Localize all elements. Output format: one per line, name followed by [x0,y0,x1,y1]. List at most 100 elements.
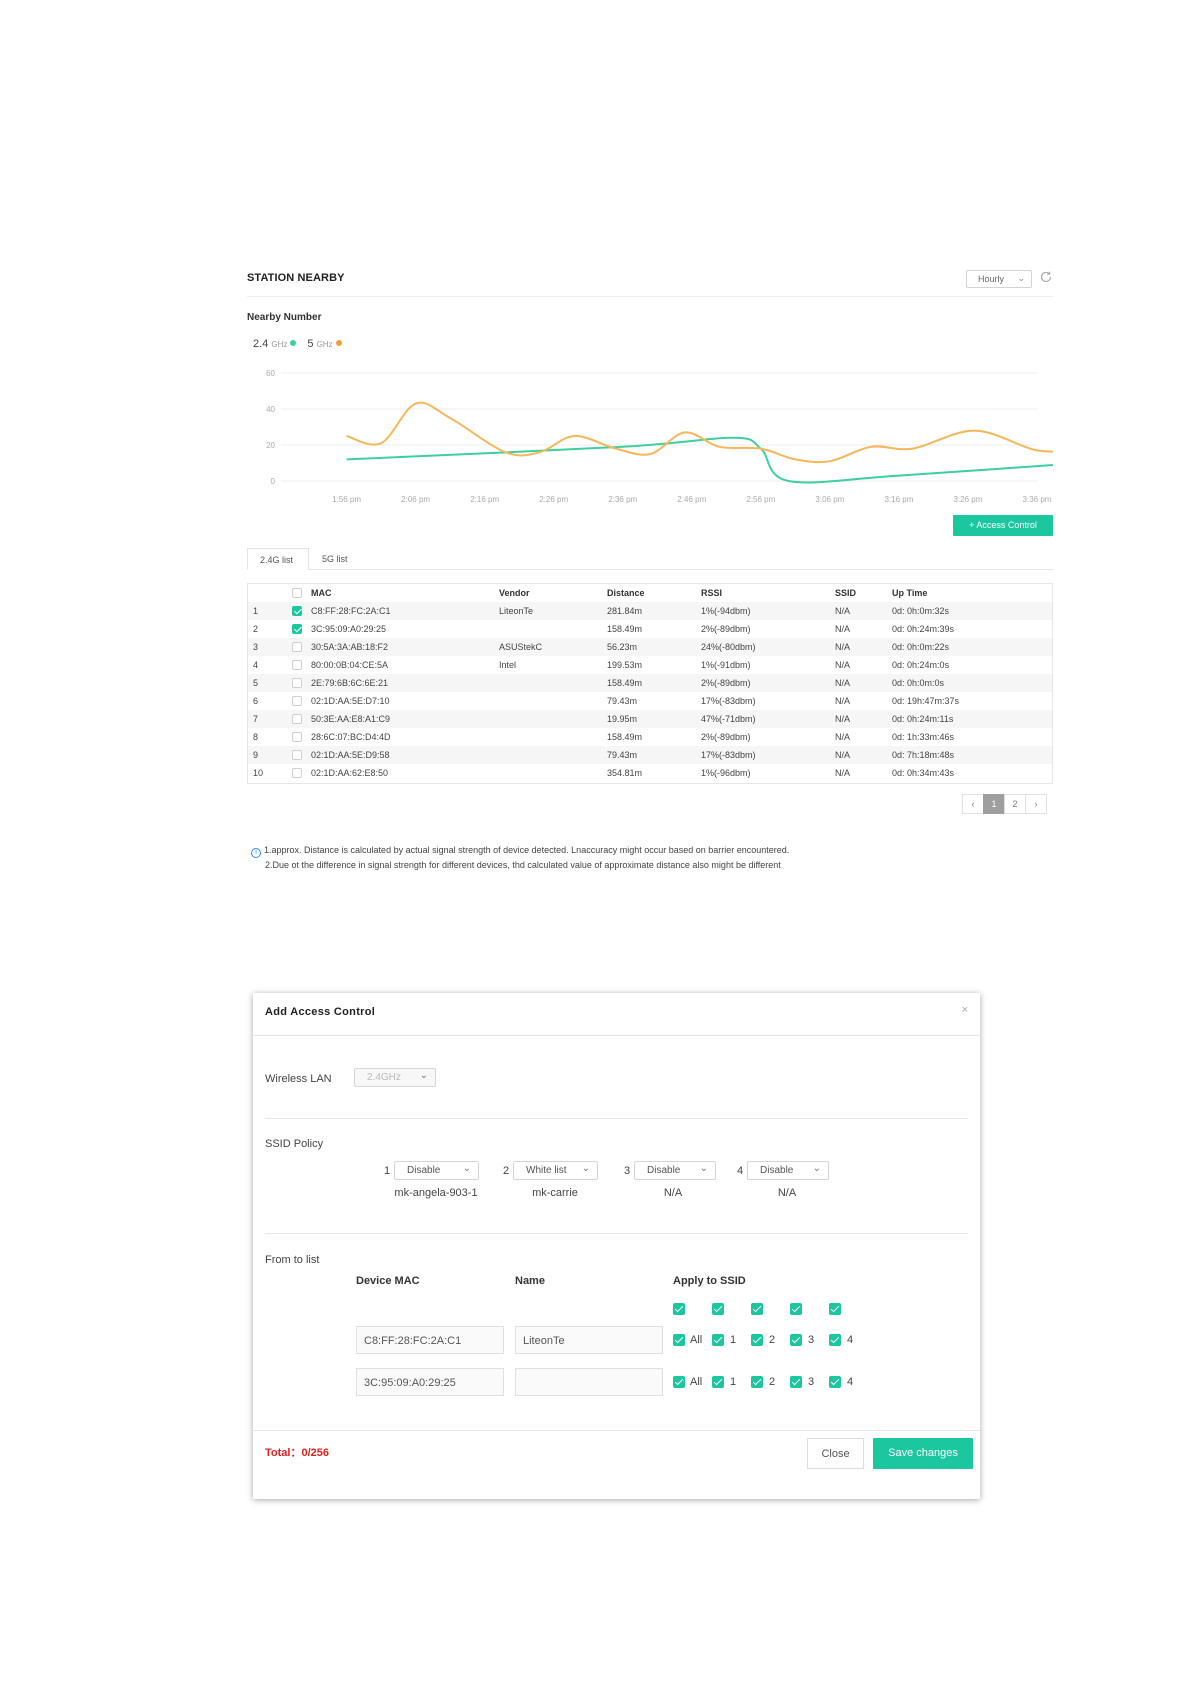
col-vendor: Vendor [499,588,530,598]
device-1-apply-2-checkbox[interactable] [751,1334,763,1346]
row-checkbox[interactable] [292,624,302,634]
nearby-number-label: Nearby Number [247,312,322,323]
ssid-2-policy: White list [526,1165,567,1176]
device-2-apply-1-checkbox[interactable] [712,1376,724,1388]
device-1-apply-3-checkbox[interactable] [790,1334,802,1346]
row-checkbox[interactable] [292,714,302,724]
interval-value: Hourly [978,274,1005,284]
ssid-1-policy: Disable [407,1165,441,1176]
device-2-mac-input[interactable]: 3C:95:09:A0:29:25 [356,1368,504,1396]
device-2-name-input[interactable] [515,1368,663,1396]
row-checkbox[interactable] [292,642,302,652]
cell-distance: 56.23m [607,642,638,652]
device-1-name-input[interactable]: LiteonTe [515,1326,663,1354]
divider [265,1233,968,1234]
row-checkbox[interactable] [292,768,302,778]
cell-uptime: 0d: 0h:0m:0s [892,678,945,688]
select-all-checkbox[interactable] [292,588,302,598]
cell-rssi: 24%(-80dbm) [701,642,756,652]
ssid-policy-label: SSID Policy [265,1138,324,1150]
station-header: STATION NEARBY Hourly ⌄ [247,262,1053,297]
device-1-mac-input[interactable]: C8:FF:28:FC:2A:C1 [356,1326,504,1354]
ssid-1-policy-select[interactable]: Disable ⌄ [394,1161,479,1180]
cell-vendor: LiteonTe [499,606,534,616]
x-tick-label: 3:36 pm [1023,495,1052,504]
device-1-apply-4-checkbox[interactable] [829,1334,841,1346]
cell-uptime: 0d: 1h:33m:46s [892,732,955,742]
save-changes-button[interactable]: Save changes [873,1438,973,1469]
cell-mac: 80:00:0B:04:CE:5A [311,660,389,670]
cell-uptime: 0d: 0h:24m:0s [892,660,950,670]
table-row: 5 2E:79:6B:6C:6E:21 158.49m 2%(-89dbm) N/A 0d… [248,674,1052,692]
device-2-apply-all-checkbox[interactable] [673,1376,685,1388]
table-row: 10 02:1D:AA:62:E8:50 354.81m 1%(-96dbm) N/A 0… [248,764,1052,782]
apply-all-header-checkbox[interactable] [673,1303,685,1315]
cell-no: 8 [253,732,259,742]
page-1-button[interactable]: 1 [983,794,1005,814]
row-checkbox[interactable] [292,660,302,670]
row-checkbox[interactable] [292,732,302,742]
ssid-4-policy-select[interactable]: Disable ⌄ [747,1161,829,1180]
x-tick-label: 2:56 pm [746,495,775,504]
cell-distance: 158.49m [607,624,643,634]
close-icon[interactable]: × [962,1004,968,1016]
device-1-apply-1-checkbox[interactable] [712,1334,724,1346]
ssid-3-number: 3 [624,1165,631,1177]
apply-2-label: 2 [769,1376,776,1388]
divider [253,1035,980,1036]
col-ssid: SSID [835,588,857,598]
table-row: 8 28:6C:07:BC:D4:4D 158.49m 2%(-89dbm) N/A 0d… [248,728,1052,746]
modal-title: Add Access Control [265,1006,376,1018]
x-tick-label: 1:56 pm [332,495,361,504]
chevron-down-icon: ⌄ [581,1163,590,1174]
interval-select[interactable]: Hourly ⌄ [966,270,1032,288]
device-2-apply-4-checkbox[interactable] [829,1376,841,1388]
apply-3-header-checkbox[interactable] [790,1303,802,1315]
apply-2-header-checkbox[interactable] [751,1303,763,1315]
divider [253,1430,980,1431]
station-nearby-panel: STATION NEARBY Hourly ⌄ Nearby Number 2.… [247,262,1053,882]
tab-24g-list[interactable]: 2.4G list [247,548,309,570]
cell-no: 1 [253,606,259,616]
tab-5g-list[interactable]: 5G list [310,548,360,570]
row-checkbox[interactable] [292,606,302,616]
ssid-1-number: 1 [384,1165,391,1177]
ssid-3-name: N/A [663,1187,683,1199]
ssid-4-number: 4 [737,1165,744,1177]
cell-rssi: 1%(-96dbm) [701,768,751,778]
row-checkbox[interactable] [292,750,302,760]
device-2-apply-2-checkbox[interactable] [751,1376,763,1388]
device-2-apply-3-checkbox[interactable] [790,1376,802,1388]
ssid-3-policy-select[interactable]: Disable ⌄ [634,1161,716,1180]
row-checkbox[interactable] [292,696,302,706]
cell-no: 2 [253,624,259,634]
access-control-button[interactable]: + Access Control [953,515,1053,536]
x-tick-label: 2:16 pm [470,495,499,504]
cell-rssi: 17%(-83dbm) [701,696,756,706]
ssid-2-policy-select[interactable]: White list ⌄ [513,1161,598,1180]
x-tick-label: 3:06 pm [815,495,844,504]
prev-page-button[interactable]: ‹ [962,794,984,814]
page-2-button[interactable]: 2 [1004,794,1026,814]
close-button[interactable]: Close [807,1438,864,1469]
row-checkbox[interactable] [292,678,302,688]
table-row: 6 02:1D:AA:5E:D7:10 79.43m 17%(-83dbm) N/A 0d… [248,692,1052,710]
next-page-button[interactable]: › [1025,794,1047,814]
x-tick-label: 2:26 pm [539,495,568,504]
cell-distance: 158.49m [607,678,643,688]
pagination: ‹ 1 2 › [962,794,1047,814]
apply-1-header-checkbox[interactable] [712,1303,724,1315]
wireless-lan-select[interactable]: 2.4GHz ⌄ [354,1068,436,1087]
refresh-icon[interactable] [1039,270,1053,284]
cell-mac: 30:5A:3A:AB:18:F2 [311,642,389,652]
y-tick-label: 20 [266,441,275,450]
ssid-3-policy: Disable [647,1165,681,1176]
apply-4-header-checkbox[interactable] [829,1303,841,1315]
add-access-control-modal: Add Access Control × Wireless LAN 2.4GHz… [253,993,980,1499]
apply-3-label: 3 [808,1376,815,1388]
table-header-row: MAC Vendor Distance RSSI SSID Up Time [248,584,1052,602]
chart-legend: 2.4 GHz 5 GHz [253,338,350,350]
device-1-apply-all-checkbox[interactable] [673,1334,685,1346]
legend-5-unit: GHz [316,340,333,349]
cell-uptime: 0d: 19h:47m:37s [892,696,960,706]
